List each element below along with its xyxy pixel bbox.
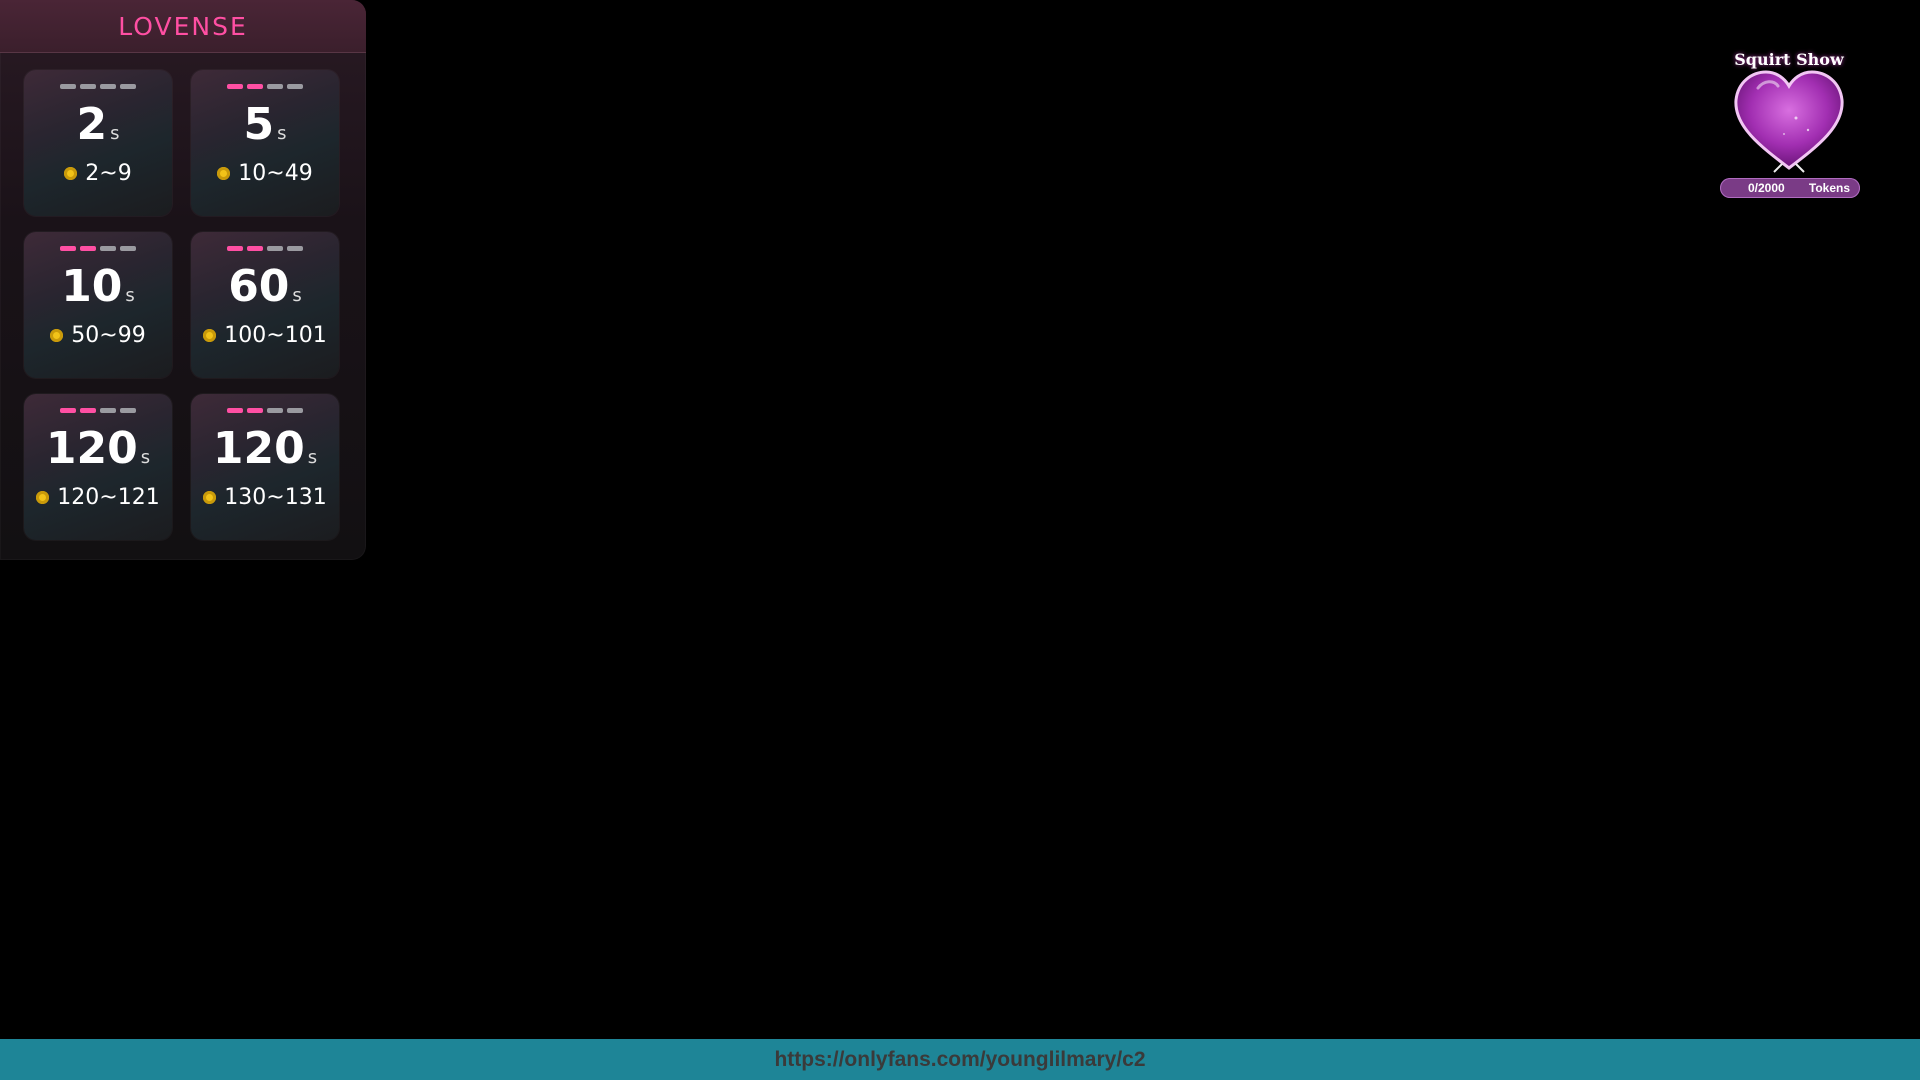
intensity-bar bbox=[60, 84, 76, 89]
intensity-bar bbox=[100, 246, 116, 251]
token-range: 100~101 bbox=[203, 323, 327, 348]
lovense-panel: LOVENSE 2 s 2~9 5 s 10~49 10 s 50~99 60 … bbox=[0, 0, 366, 560]
token-range-text: 50~99 bbox=[71, 323, 146, 348]
duration-unit: s bbox=[307, 447, 318, 468]
intensity-bar bbox=[60, 408, 76, 413]
duration-unit: s bbox=[292, 285, 302, 306]
intensity-bars bbox=[60, 246, 136, 251]
token-range: 120~121 bbox=[36, 485, 160, 510]
vibration-duration: 10 s bbox=[61, 265, 135, 309]
token-range: 50~99 bbox=[50, 323, 146, 348]
intensity-bar bbox=[227, 408, 243, 413]
intensity-bar bbox=[227, 84, 243, 89]
coin-icon bbox=[36, 491, 50, 504]
vibration-duration: 60 s bbox=[228, 265, 302, 309]
intensity-bar bbox=[120, 408, 136, 413]
vibration-duration: 120 s bbox=[213, 427, 317, 471]
coin-icon bbox=[203, 329, 217, 342]
intensity-bar bbox=[287, 84, 303, 89]
duration-value: 120 bbox=[45, 423, 138, 474]
tip-level-card[interactable]: 10 s 50~99 bbox=[24, 232, 172, 378]
intensity-bars bbox=[227, 84, 303, 89]
intensity-bar bbox=[80, 408, 96, 413]
coin-icon bbox=[203, 491, 217, 504]
intensity-bar bbox=[227, 246, 243, 251]
duration-value: 5 bbox=[243, 99, 275, 150]
lovense-logo: LOVENSE bbox=[118, 11, 248, 41]
intensity-bars bbox=[60, 84, 136, 89]
duration-unit: s bbox=[277, 123, 287, 144]
intensity-bar bbox=[247, 408, 263, 413]
goal-title: Squirt Show bbox=[1734, 50, 1844, 69]
intensity-bar bbox=[287, 246, 303, 251]
lovense-header: LOVENSE bbox=[0, 0, 366, 53]
intensity-bar bbox=[80, 84, 96, 89]
duration-value: 60 bbox=[228, 261, 290, 312]
duration-value: 10 bbox=[61, 261, 123, 312]
token-range-text: 120~121 bbox=[57, 485, 160, 510]
token-range: 10~49 bbox=[217, 161, 313, 186]
tip-level-card[interactable]: 120 s 130~131 bbox=[191, 394, 339, 540]
intensity-bar bbox=[120, 246, 136, 251]
intensity-bar bbox=[267, 84, 283, 89]
vibration-duration: 120 s bbox=[46, 427, 150, 471]
duration-unit: s bbox=[110, 123, 120, 144]
tip-goal-widget: Squirt Show 0/2000 Tokens bbox=[1716, 46, 1862, 202]
token-range-text: 2~9 bbox=[85, 161, 132, 186]
footer-banner: https://onlyfans.com/younglilmary/c2 bbox=[0, 1039, 1920, 1080]
intensity-bar bbox=[247, 84, 263, 89]
intensity-bar bbox=[80, 246, 96, 251]
intensity-bars bbox=[227, 408, 303, 413]
duration-unit: s bbox=[140, 447, 151, 468]
duration-value: 120 bbox=[212, 423, 305, 474]
duration-value: 2 bbox=[76, 99, 108, 150]
vibration-duration: 5 s bbox=[243, 103, 286, 147]
intensity-bar bbox=[267, 246, 283, 251]
intensity-bars bbox=[227, 246, 303, 251]
intensity-bar bbox=[120, 84, 136, 89]
duration-unit: s bbox=[125, 285, 135, 306]
intensity-bars bbox=[60, 408, 136, 413]
intensity-bar bbox=[247, 246, 263, 251]
token-range-text: 130~131 bbox=[224, 485, 327, 510]
intensity-bar bbox=[287, 408, 303, 413]
token-range-text: 100~101 bbox=[224, 323, 327, 348]
tip-level-card[interactable]: 120 s 120~121 bbox=[24, 394, 172, 540]
intensity-bar bbox=[60, 246, 76, 251]
coin-icon bbox=[64, 167, 78, 180]
tip-level-card[interactable]: 5 s 10~49 bbox=[191, 70, 339, 216]
stream-overlay: LOVENSE 2 s 2~9 5 s 10~49 10 s 50~99 60 … bbox=[0, 0, 1920, 1080]
intensity-bar bbox=[100, 408, 116, 413]
goal-unit-label: Tokens bbox=[1808, 181, 1850, 195]
coin-icon bbox=[50, 329, 64, 342]
coin-icon bbox=[217, 167, 231, 180]
goal-progress-bar: 0/2000 Tokens bbox=[1720, 178, 1860, 198]
intensity-bar bbox=[267, 408, 283, 413]
tip-level-card[interactable]: 60 s 100~101 bbox=[191, 232, 339, 378]
tip-level-grid: 2 s 2~9 5 s 10~49 10 s 50~99 60 s 100~10… bbox=[24, 70, 339, 540]
token-range: 130~131 bbox=[203, 485, 327, 510]
token-range: 2~9 bbox=[64, 161, 132, 186]
vibration-duration: 2 s bbox=[76, 103, 119, 147]
onlyfans-link[interactable]: https://onlyfans.com/younglilmary/c2 bbox=[774, 1048, 1145, 1072]
tip-level-card[interactable]: 2 s 2~9 bbox=[24, 70, 172, 216]
goal-progress-text: 0/2000 bbox=[1748, 181, 1785, 195]
intensity-bar bbox=[100, 84, 116, 89]
heart-icon bbox=[1734, 70, 1844, 173]
token-range-text: 10~49 bbox=[238, 161, 313, 186]
